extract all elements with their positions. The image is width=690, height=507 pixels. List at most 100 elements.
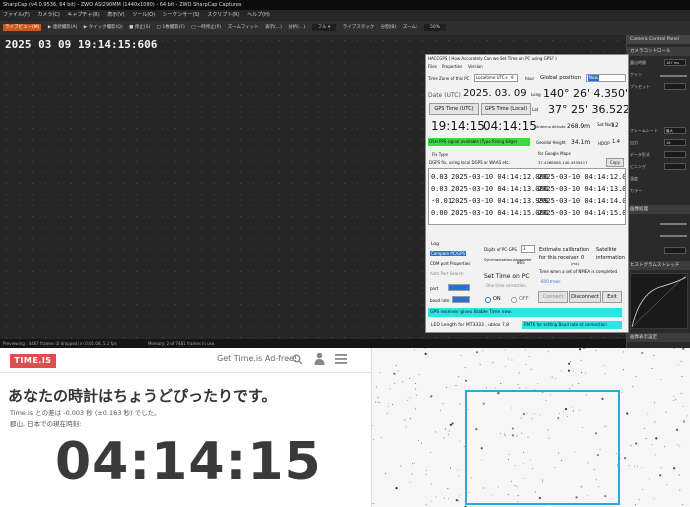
estimate-value: 0: [581, 255, 585, 261]
off-label: OFF: [519, 296, 529, 302]
lat-label: Lat: [532, 107, 539, 112]
section-display-settings[interactable]: 画像表示設定: [627, 333, 690, 342]
sat-num-value: 12: [611, 122, 619, 129]
selection-rectangle[interactable]: [465, 390, 620, 505]
on-radio[interactable]: [485, 297, 491, 303]
toolbar-live-view[interactable]: ライブビュー(M): [3, 24, 42, 31]
toolbar-analysis[interactable]: 分析(...): [288, 25, 305, 30]
one-time-correction[interactable]: One time correction: [486, 283, 526, 288]
gps-time-local: 04:14:15: [483, 119, 537, 133]
framerate-select[interactable]: 最大: [664, 127, 686, 134]
exposure-input[interactable]: 167 ms: [664, 59, 686, 66]
pps-status: OSH PPS signal available (Type Rising Ed…: [428, 138, 530, 146]
baud-rate-select[interactable]: [452, 296, 470, 303]
toolbar-full-dropdown[interactable]: フル ▾: [311, 24, 337, 31]
on-label: ON: [493, 296, 501, 302]
gps-time-local-label: GPS Time (Local): [481, 103, 531, 115]
time-log-list[interactable]: 0.03 2025-03-10 04:14:12.000 2025-03-10 …: [428, 168, 626, 225]
menu-sequencer[interactable]: シーケンサー(S): [163, 12, 200, 18]
processing-slider-1[interactable]: [660, 223, 687, 225]
gps-time-utc-label: GPS Time (UTC): [429, 103, 479, 115]
log-offset: 0.03: [431, 185, 448, 193]
camera-panel-title: Camera Control Panel: [627, 35, 690, 44]
nmea-value: 600 msec: [541, 279, 561, 284]
section-image-processing[interactable]: 画像処理: [627, 205, 690, 214]
log-gps-time: 2025-03-10 04:14:12.00: [538, 173, 626, 181]
haccgps-menu-properties[interactable]: Properties: [442, 64, 462, 69]
auto-port-search[interactable]: Auto Port Search: [430, 271, 464, 276]
copy-button[interactable]: Copy: [606, 158, 624, 167]
nmea-label: Time when a set of NMEA is completed: [539, 269, 618, 274]
geoid-label: Geoidal Height: [536, 140, 566, 145]
log-offset: -0.01: [431, 197, 453, 205]
processing-select[interactable]: [664, 247, 686, 254]
timezone-select[interactable]: Localtime UTC+ 9: [474, 74, 518, 82]
log-gps-time: 2025-03-10 04:14:15.00: [538, 209, 626, 217]
log-pc-time: 2025-03-10 04:14:13.000: [451, 185, 548, 193]
toolbar-zoom-fit[interactable]: ズームフィット: [228, 25, 259, 30]
off-radio[interactable]: [511, 297, 517, 303]
gain-slider[interactable]: [660, 75, 687, 77]
altitude-value: 268.9m: [567, 123, 591, 130]
log-pc-time: 2025-03-10 04:14:13.999: [451, 197, 548, 205]
geoid-value: 34.1m: [571, 139, 591, 146]
baud-hint: RMTK for setting Baud rate at connection: [522, 321, 622, 329]
search-icon[interactable]: [292, 354, 303, 365]
processing-slider-2[interactable]: [660, 235, 687, 237]
log-gps-time: 2025-03-10 04:14:14.00: [538, 197, 626, 205]
section-camera-control[interactable]: カメラコントロール: [627, 47, 690, 56]
binning-select[interactable]: [664, 163, 686, 170]
hour-label: hour: [525, 76, 535, 81]
coordinates-value: 37.4268065,140.4345417: [538, 160, 588, 165]
fix-type-value: DGPS fix, using local DGPS or WAAS etc.: [429, 160, 510, 165]
preset-select[interactable]: [664, 83, 686, 90]
histogram-graph[interactable]: [630, 273, 688, 329]
port-select[interactable]: [448, 284, 470, 291]
digits-select[interactable]: 3: [521, 245, 535, 253]
exit-button[interactable]: Exit: [602, 291, 622, 303]
haccgps-title: HACCGPS ( How Accurately Can we Set Time…: [428, 56, 557, 61]
hdop-value: 1.4: [612, 139, 620, 145]
baud-rate-label: baud rate: [430, 298, 450, 303]
compare-option[interactable]: Compare PC/GPS: [430, 251, 467, 256]
haccgps-menu-version[interactable]: Version: [468, 64, 483, 69]
toolbar-continuous-capture[interactable]: ▶ 連続撮影(A): [48, 25, 77, 30]
toolbar-stop[interactable]: ■ 停止(S): [129, 25, 150, 30]
toolbar-display[interactable]: 表示(...): [265, 25, 282, 30]
sharpcap-title-bar: SharpCap (v4.0.9536, 64 bit) - ZWO ASI29…: [0, 0, 690, 10]
toolbar-quick-capture[interactable]: ▶ クイック撮影(Q): [84, 25, 123, 30]
menu-help[interactable]: ヘルプ(H): [247, 12, 270, 18]
timeis-logo[interactable]: TIME.IS: [10, 354, 56, 368]
toolbar-pause[interactable]: □ 一時停止(P): [191, 25, 221, 30]
toolbar-live-stack[interactable]: ライブスタック: [343, 25, 375, 30]
disconnect-button[interactable]: Disconnect: [569, 291, 601, 303]
connect-button[interactable]: Connect: [538, 291, 568, 303]
sharpcap-status-bar: Previewing : 4467 frames (0 dropped) in …: [0, 339, 626, 348]
menu-tools[interactable]: ツール(O): [132, 12, 155, 18]
global-position-select[interactable]: Now: [586, 74, 626, 82]
com-port-properties[interactable]: COM port Properties: [430, 261, 470, 266]
menu-view[interactable]: 表示(V): [107, 12, 124, 18]
haccgps-menu-files[interactable]: Files: [428, 64, 437, 69]
toolbar-split[interactable]: 分割(B): [381, 25, 397, 30]
log-label: Log: [431, 242, 440, 247]
section-histogram-stretch[interactable]: ヒストグラムストレッチ: [627, 261, 690, 270]
satellite-info-link[interactable]: Satellite information: [596, 246, 626, 262]
ad-free-link[interactable]: Get Time.is Ad-free!: [217, 354, 297, 363]
toolbar-single-frame[interactable]: □ 1枚撮影(F): [157, 25, 185, 30]
gain-label: ゲイン: [630, 72, 642, 77]
toolbar-zoom-select[interactable]: 50%: [424, 24, 447, 31]
date-label: Date (UTC): [428, 92, 461, 99]
user-icon[interactable]: [314, 352, 325, 365]
estimate-label: Estimate calibration for this receiver: [539, 247, 590, 261]
output-select[interactable]: 16: [664, 139, 686, 146]
menu-camera[interactable]: カメラ(C): [37, 12, 59, 18]
global-position-label: Global position: [540, 75, 582, 81]
menu-icon[interactable]: [335, 354, 347, 364]
format-select[interactable]: [664, 151, 686, 158]
menu-capture[interactable]: キャプチャ(R): [67, 12, 99, 18]
hdop-label: HDOP: [598, 141, 610, 146]
status-memory: Memory: 2 of 7481 frames in use.: [147, 341, 216, 346]
menu-scripts[interactable]: スクリプト(R): [207, 12, 239, 18]
menu-file[interactable]: ファイル(F): [3, 12, 30, 18]
